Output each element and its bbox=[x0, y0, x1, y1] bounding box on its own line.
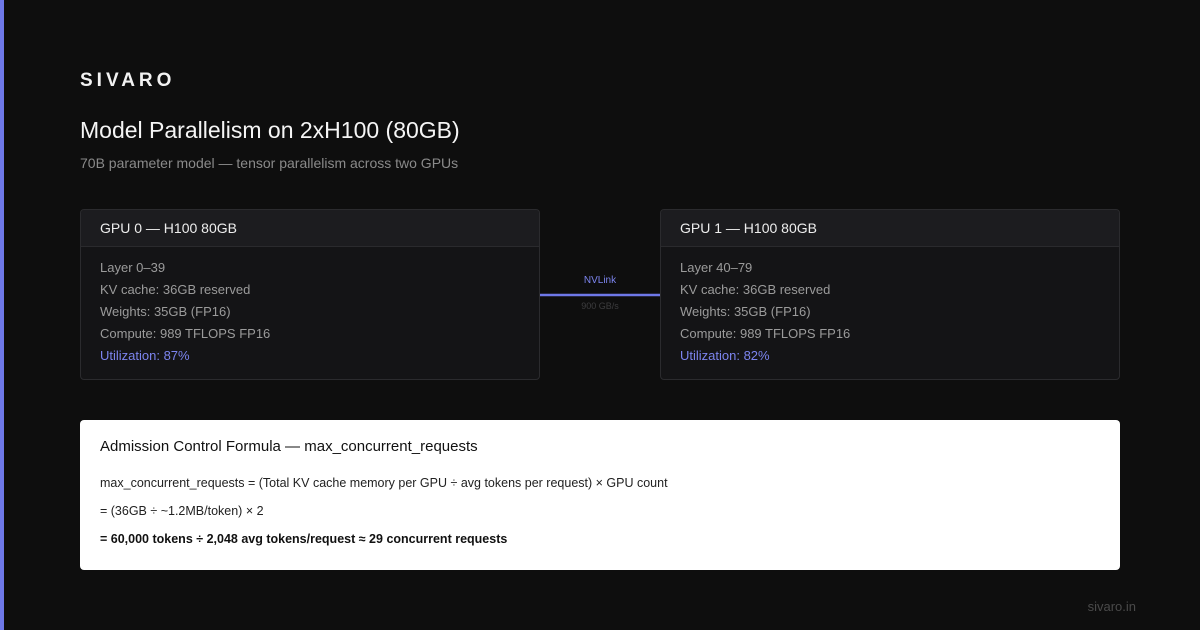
gpu-weights: Weights: 35GB (FP16) bbox=[680, 304, 811, 319]
page: SIVARO Model Parallelism on 2xH100 (80GB… bbox=[0, 0, 1200, 630]
gpu-card-1: GPU 1 — H100 80GB Layer 40–79 KV cache: … bbox=[660, 209, 1120, 380]
gpu-kv-cache: KV cache: 36GB reserved bbox=[100, 282, 251, 297]
gpu-layers: Layer 40–79 bbox=[680, 260, 753, 275]
formula-result: = 60,000 tokens ÷ 2,048 avg tokens/reque… bbox=[100, 532, 508, 546]
nvlink-bandwidth: 900 GB/s bbox=[581, 301, 619, 311]
gpu-card-header: GPU 1 — H100 80GB bbox=[661, 210, 1119, 247]
accent-bar bbox=[0, 0, 4, 630]
arrow-right-icon bbox=[540, 289, 673, 301]
gpu-kv-cache: KV cache: 36GB reserved bbox=[680, 282, 831, 297]
gpu-compute: Compute: 989 TFLOPS FP16 bbox=[680, 326, 851, 341]
gpu-card-0: GPU 0 — H100 80GB Layer 0–39 KV cache: 3… bbox=[80, 209, 540, 380]
brand-logo: SIVARO bbox=[80, 70, 176, 91]
formula-card: Admission Control Formula — max_concurre… bbox=[80, 420, 1120, 570]
nvlink-label: NVLink bbox=[583, 275, 617, 286]
formula-definition: max_concurrent_requests = (Total KV cach… bbox=[100, 476, 668, 490]
formula-substitution: = (36GB ÷ ~1.2MB/token) × 2 bbox=[100, 504, 264, 518]
footer-url: sivaro.in bbox=[1087, 599, 1136, 614]
formula-title: Admission Control Formula — max_concurre… bbox=[100, 438, 478, 455]
gpu-card-header: GPU 0 — H100 80GB bbox=[81, 210, 539, 247]
gpu-card-body: Layer 0–39 KV cache: 36GB reserved Weigh… bbox=[81, 247, 539, 367]
page-title: Model Parallelism on 2xH100 (80GB) bbox=[80, 117, 460, 143]
gpu-utilization: Utilization: 82% bbox=[680, 348, 770, 363]
gpu-card-body: Layer 40–79 KV cache: 36GB reserved Weig… bbox=[661, 247, 1119, 367]
gpu-compute: Compute: 989 TFLOPS FP16 bbox=[100, 326, 271, 341]
gpu-utilization: Utilization: 87% bbox=[100, 348, 190, 363]
gpu-weights: Weights: 35GB (FP16) bbox=[100, 304, 231, 319]
gpu-layers: Layer 0–39 bbox=[100, 260, 166, 275]
page-subtitle: 70B parameter model — tensor parallelism… bbox=[80, 155, 459, 171]
